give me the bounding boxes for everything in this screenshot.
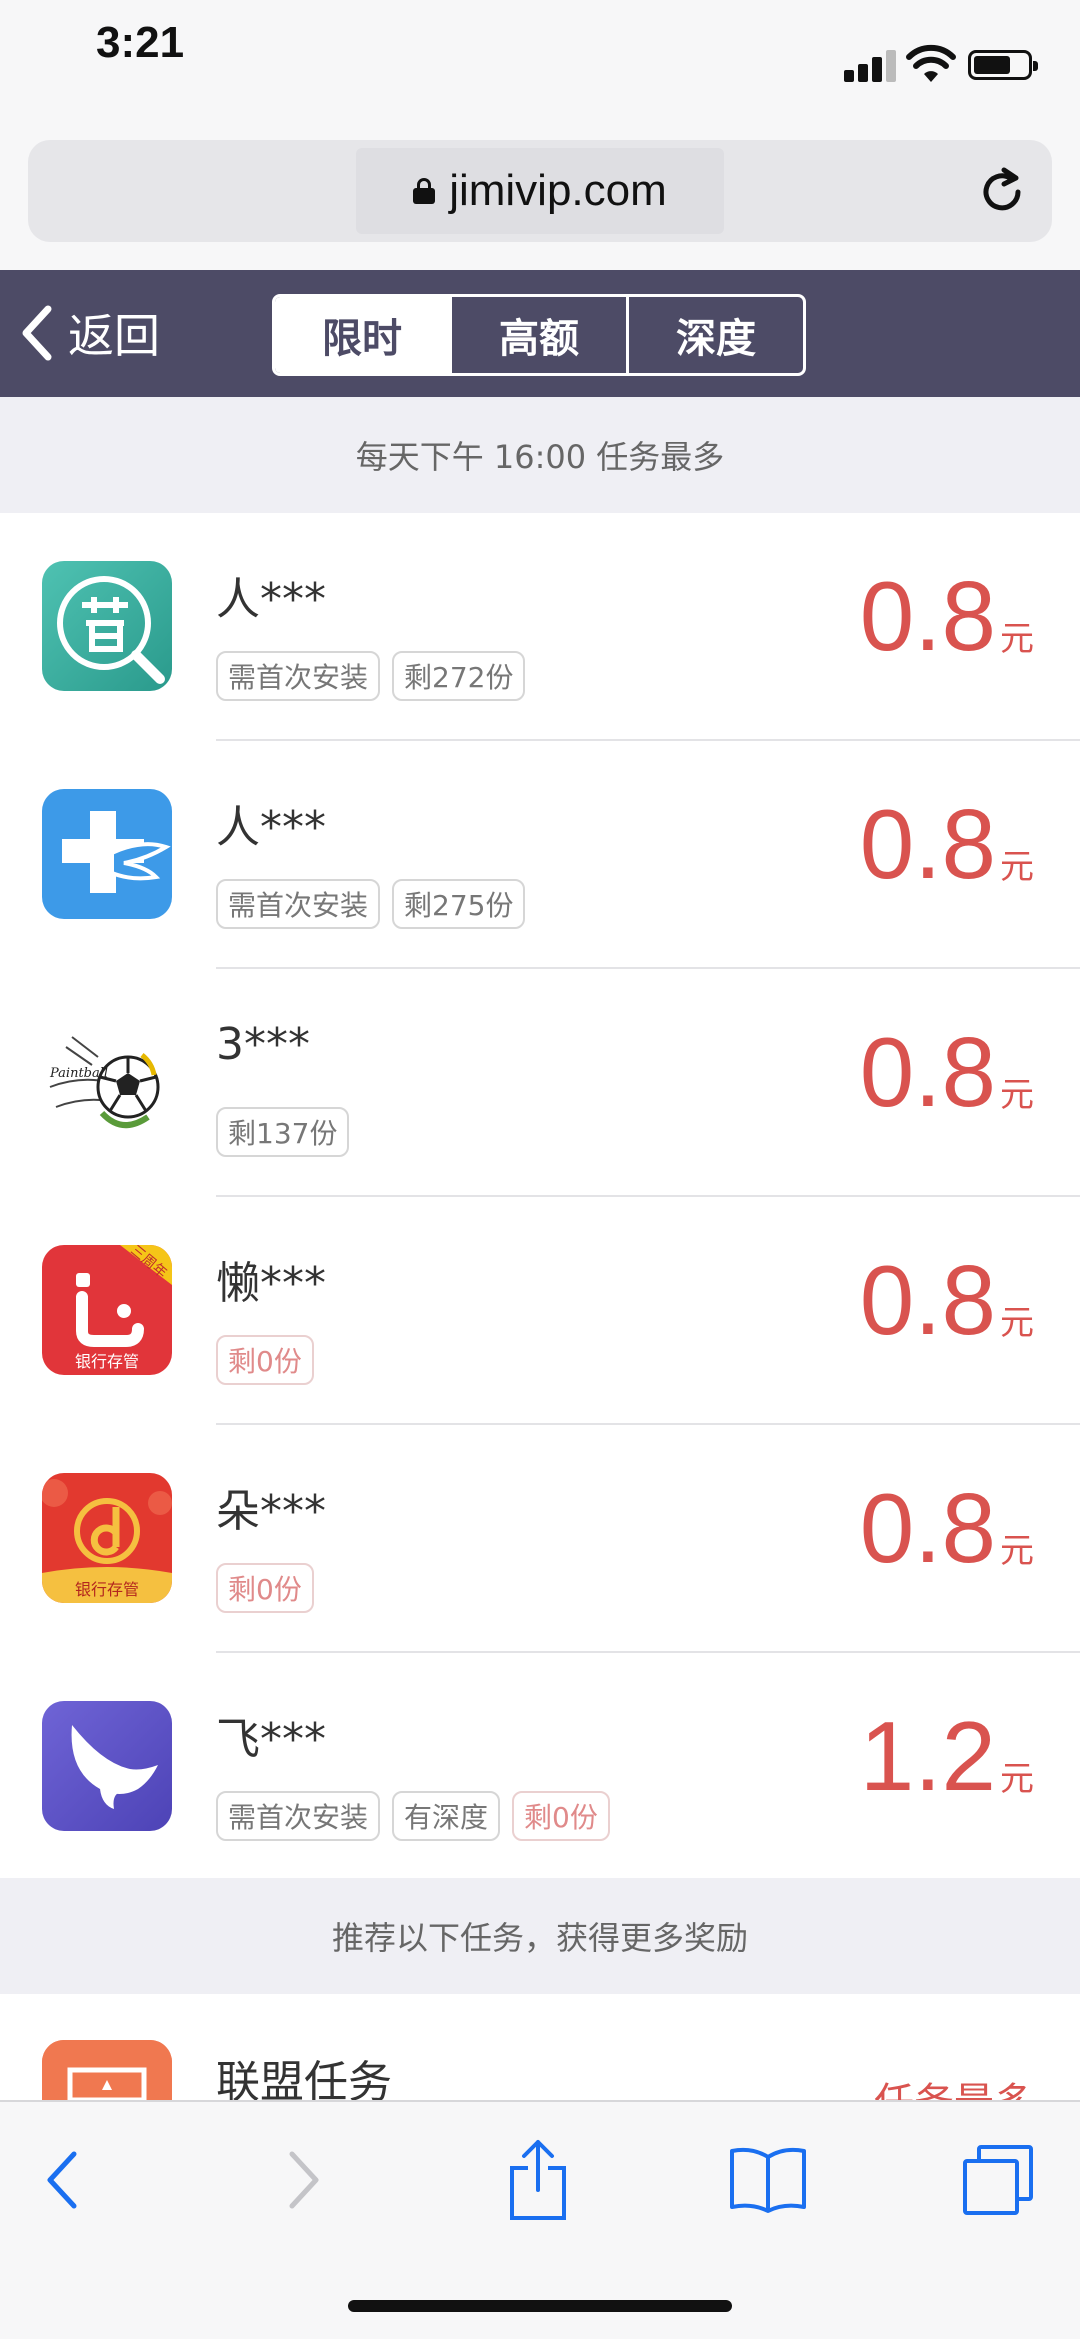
- task-tag: 剩0份: [216, 1563, 314, 1613]
- bank-deposit-app-icon: 三周年 银行存管: [42, 1245, 172, 1375]
- task-name: 懒***: [216, 1258, 326, 1309]
- task-name: 飞***: [216, 1714, 326, 1765]
- soccer-ball-app-icon: Paintball: [42, 1017, 172, 1147]
- share-button[interactable]: [498, 2140, 578, 2220]
- back-label: 返回: [68, 309, 160, 363]
- reward-value: 0.8: [859, 1473, 996, 1583]
- battery-icon: [968, 50, 1038, 80]
- reward-value: 0.8: [859, 1017, 996, 1127]
- chevron-left-icon: [47, 2151, 77, 2209]
- task-tags: 剩137份: [216, 1107, 350, 1157]
- task-row[interactable]: Paintball 3*** 剩137份 0.8 元: [0, 969, 1080, 1197]
- task-tag: 剩275份: [392, 879, 526, 929]
- lock-icon: [413, 178, 436, 204]
- reward-value: 0.8: [859, 561, 996, 671]
- magnifier-app-icon: [42, 561, 172, 691]
- task-tags: 需首次安装 剩275份: [216, 879, 526, 929]
- task-tags: 剩0份: [216, 1335, 314, 1385]
- task-tags: 剩0份: [216, 1563, 314, 1613]
- task-tag: 剩272份: [392, 651, 526, 701]
- reward-unit: 元: [1000, 1759, 1034, 1799]
- reward-amount: 0.8 元: [860, 1023, 1034, 1121]
- schedule-banner: 每天下午 16:00 任务最多: [0, 397, 1080, 513]
- task-tag: 剩0份: [512, 1791, 610, 1841]
- task-name: 3***: [216, 1019, 310, 1070]
- bank-caption-text: 银行存管: [75, 1352, 139, 1371]
- share-icon: [510, 2140, 566, 2220]
- task-name: 人***: [216, 802, 326, 853]
- segmented-control: 限时 高额 深度: [272, 294, 806, 376]
- reload-icon[interactable]: [974, 164, 1030, 220]
- task-row[interactable]: 人*** 需首次安装 剩275份 0.8 元: [0, 741, 1080, 969]
- book-icon: [730, 2147, 806, 2213]
- tabs-icon: [963, 2145, 1033, 2215]
- task-tag: 需首次安装: [216, 1791, 381, 1841]
- chevron-left-icon: [22, 305, 52, 361]
- bookmarks-button[interactable]: [728, 2140, 808, 2220]
- task-tags: 需首次安装 剩272份: [216, 651, 526, 701]
- task-name: 朵***: [216, 1486, 326, 1537]
- chevron-right-icon: [289, 2151, 319, 2209]
- tab-depth[interactable]: 深度: [626, 297, 803, 373]
- medical-cross-app-icon: [42, 789, 172, 919]
- reward-unit: 元: [1000, 1303, 1034, 1343]
- task-row[interactable]: 三周年 银行存管 懒*** 剩0份 0.8 元: [0, 1197, 1080, 1425]
- task-tag: 剩137份: [216, 1107, 350, 1157]
- back-button[interactable]: 返回: [18, 298, 160, 368]
- reward-amount: 1.2 元: [860, 1707, 1034, 1805]
- reward-amount: 0.8 元: [860, 1479, 1034, 1577]
- bank-caption-text: 银行存管: [75, 1580, 139, 1599]
- reward-amount: 0.8 元: [860, 795, 1034, 893]
- task-tags: 需首次安装 有深度 剩0份: [216, 1791, 610, 1841]
- address-bar[interactable]: jimivip.com: [28, 140, 1052, 242]
- tabs-button[interactable]: [958, 2140, 1038, 2220]
- task-name: 人***: [216, 574, 326, 625]
- reward-value: 0.8: [859, 789, 996, 899]
- tab-high-amount[interactable]: 高额: [449, 297, 626, 373]
- reward-value: 1.2: [859, 1701, 996, 1811]
- reward-unit: 元: [1000, 619, 1034, 659]
- task-tag: 有深度: [392, 1791, 501, 1841]
- reward-amount: 0.8 元: [860, 1251, 1034, 1349]
- nav-bar: 返回 限时 高额 深度: [0, 270, 1080, 397]
- reward-unit: 元: [1000, 1531, 1034, 1571]
- home-indicator: [348, 2300, 732, 2312]
- url-display[interactable]: jimivip.com: [356, 148, 724, 234]
- task-tag: 需首次安装: [216, 651, 381, 701]
- tab-limited-time[interactable]: 限时: [275, 297, 449, 373]
- task-tag: 剩0份: [216, 1335, 314, 1385]
- task-row[interactable]: 人*** 需首次安装 剩272份 0.8 元: [0, 513, 1080, 741]
- bank-deposit-d-app-icon: 银行存管: [42, 1473, 172, 1603]
- browser-back-button[interactable]: [22, 2140, 102, 2220]
- url-text: jimivip.com: [449, 166, 667, 215]
- status-bar: 3:21: [0, 0, 1080, 132]
- browser-address-area: jimivip.com: [0, 132, 1080, 270]
- shield-app-icon[interactable]: [42, 2040, 172, 2100]
- reward-amount: 0.8 元: [860, 567, 1034, 665]
- task-tag: 需首次安装: [216, 879, 381, 929]
- cellular-signal-icon: [844, 50, 896, 82]
- reward-value: 0.8: [859, 1245, 996, 1355]
- reward-unit: 元: [1000, 847, 1034, 887]
- task-row[interactable]: 飞*** 需首次安装 有深度 剩0份 1.2 元: [0, 1653, 1080, 1881]
- reward-unit: 元: [1000, 1075, 1034, 1115]
- browser-forward-button[interactable]: [264, 2140, 344, 2220]
- task-row[interactable]: 银行存管 朵*** 剩0份 0.8 元: [0, 1425, 1080, 1653]
- recommend-banner: 推荐以下任务，获得更多奖励: [0, 1878, 1080, 1994]
- bird-app-icon: [42, 1701, 172, 1831]
- soccer-script-text: Paintball: [49, 1066, 108, 1081]
- status-time: 3:21: [96, 18, 185, 67]
- wifi-icon: [906, 44, 956, 82]
